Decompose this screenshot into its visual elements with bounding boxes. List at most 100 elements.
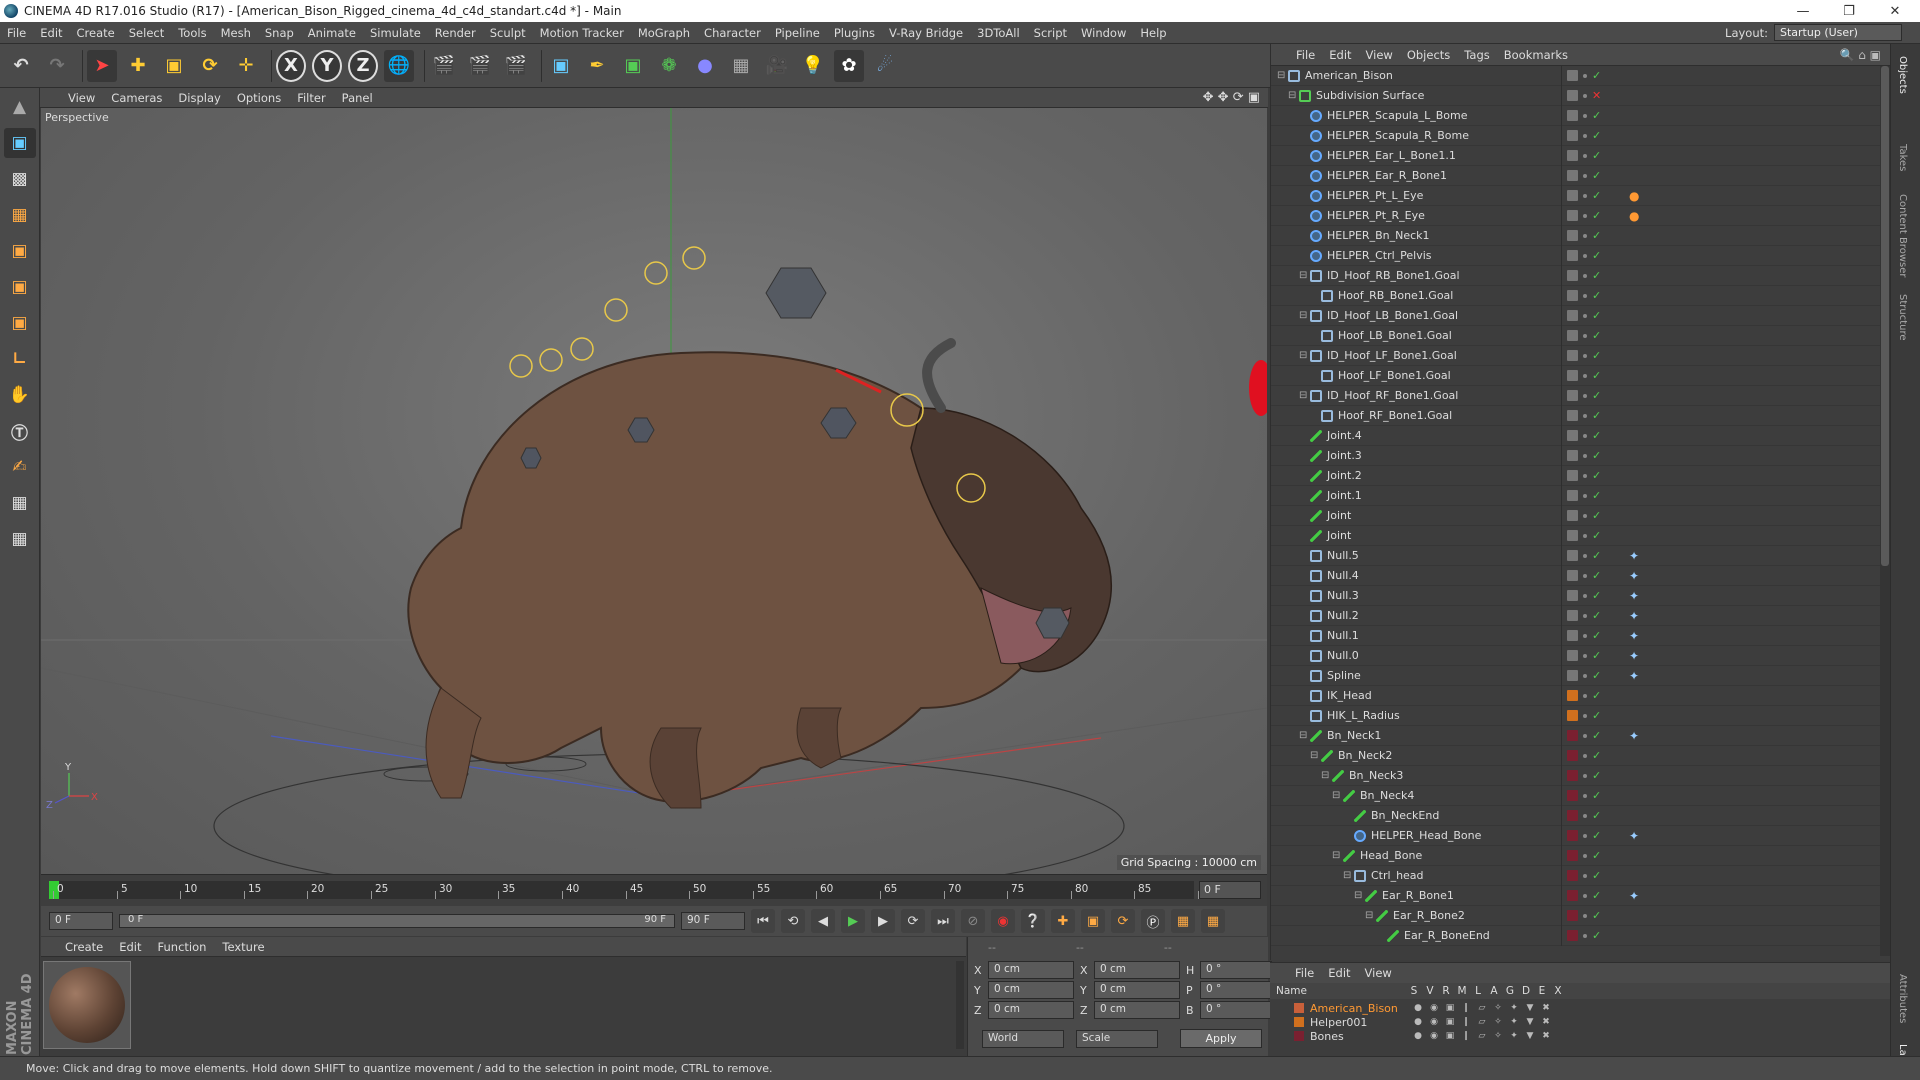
enabled-check-icon[interactable]: ✓ [1592, 409, 1601, 422]
rotation-h-field[interactable]: 0 ° [1200, 961, 1272, 979]
menu-mesh[interactable]: Mesh [214, 26, 258, 40]
enabled-check-icon[interactable]: ✓ [1592, 829, 1601, 842]
object-row[interactable]: ⊟ Bn_Neck2 ✓ [1271, 745, 1881, 766]
layer-color-swatch[interactable] [1567, 450, 1578, 461]
visibility-dot[interactable] [1583, 453, 1587, 458]
enabled-check-icon[interactable]: ✓ [1592, 129, 1601, 142]
visibility-controls[interactable]: ✓ [1561, 225, 1625, 246]
visibility-dot[interactable] [1583, 353, 1587, 358]
object-row[interactable]: HELPER_Head_Bone ✓ ✦ [1271, 825, 1881, 846]
object-row[interactable]: HELPER_Scapula_R_Bome ✓ [1271, 125, 1881, 146]
enabled-check-icon[interactable]: ✓ [1592, 389, 1601, 402]
enabled-check-icon[interactable]: ✓ [1592, 769, 1601, 782]
key-scale-icon[interactable]: ▣ [1081, 909, 1105, 933]
viewport-menu-display[interactable]: Display [170, 91, 228, 105]
object-row[interactable]: IK_Head ✓ [1271, 685, 1881, 706]
visibility-controls[interactable]: ✓ [1561, 485, 1625, 506]
layer-color-swatch[interactable] [1567, 150, 1578, 161]
visibility-dot[interactable] [1583, 813, 1587, 818]
close-icon[interactable]: ✕ [1872, 0, 1918, 22]
enabled-check-icon[interactable]: ✓ [1592, 589, 1601, 602]
layer-toggle-icon[interactable]: ▱ [1474, 1017, 1490, 1027]
layer-color-swatch[interactable] [1567, 390, 1578, 401]
object-row[interactable]: Bn_NeckEnd ✓ [1271, 805, 1881, 826]
visibility-dot[interactable] [1583, 893, 1587, 898]
visibility-controls[interactable]: ✓ [1561, 66, 1625, 86]
visibility-dot[interactable] [1583, 253, 1587, 258]
om-menu-bookmarks[interactable]: Bookmarks [1497, 48, 1575, 62]
pen-spline-icon[interactable]: ✒ [582, 50, 612, 82]
previous-key-icon[interactable]: ⟲ [781, 909, 805, 933]
tab-objects[interactable]: Objects [1897, 56, 1908, 94]
cube-primitive-icon[interactable]: ▣ [546, 50, 576, 82]
go-to-end-icon[interactable]: ⏭ [931, 909, 955, 933]
rotation-b-field[interactable]: 0 ° [1200, 1001, 1272, 1019]
key-position-icon[interactable]: ✚ [1051, 909, 1075, 933]
visibility-controls[interactable]: ✓ [1561, 465, 1625, 486]
scrollbar-thumb[interactable] [1881, 66, 1889, 566]
camera-icon[interactable]: 🎥 [762, 50, 792, 82]
object-row[interactable]: ⊟ ID_Hoof_LB_Bone1.Goal ✓ [1271, 305, 1881, 326]
object-row[interactable]: ⊟ Head_Bone ✓ [1271, 845, 1881, 866]
disabled-cross-icon[interactable]: ✕ [1592, 89, 1601, 102]
menu-create[interactable]: Create [70, 26, 122, 40]
visibility-controls[interactable]: ✓ [1561, 265, 1625, 286]
layer-color-swatch[interactable] [1567, 70, 1578, 81]
object-tag-icon[interactable]: ✦ [1629, 629, 1639, 643]
layer-color-swatch[interactable] [1567, 530, 1578, 541]
object-row[interactable]: Joint.1 ✓ [1271, 485, 1881, 506]
preview-range-slider[interactable]: 0 F 90 F [119, 914, 675, 928]
coordinate-system-icon[interactable]: 🌐 [384, 49, 414, 82]
object-row[interactable]: Hoof_RF_Bone1.Goal ✓ [1271, 405, 1881, 426]
enabled-check-icon[interactable]: ✓ [1592, 889, 1601, 902]
material-menu-texture[interactable]: Texture [214, 940, 272, 954]
lm-menu-file[interactable]: File [1288, 966, 1321, 980]
layer-column-header[interactable]: L [1470, 985, 1486, 997]
timeline-window-icon[interactable]: ▦ [1201, 909, 1225, 933]
visibility-dot[interactable] [1583, 693, 1587, 698]
position-y-field[interactable]: 0 cm [988, 981, 1074, 999]
om-search-home-icons[interactable]: 🔍 ⌂ ▣ [1839, 48, 1881, 62]
object-row[interactable]: HELPER_Ctrl_Pelvis ✓ [1271, 245, 1881, 266]
key-pla-icon[interactable]: ▦ [1171, 909, 1195, 933]
visibility-controls[interactable]: ✓ [1561, 705, 1625, 726]
layer-color-swatch[interactable] [1567, 590, 1578, 601]
object-tag-icon[interactable]: ✦ [1629, 649, 1639, 663]
menu-help[interactable]: Help [1133, 26, 1173, 40]
layer-color-swatch[interactable] [1294, 1031, 1304, 1041]
layer-name[interactable]: Bones [1310, 1030, 1410, 1043]
visibility-dot[interactable] [1583, 713, 1587, 718]
previous-frame-icon[interactable]: ◀ [811, 909, 835, 933]
enabled-check-icon[interactable]: ✓ [1592, 429, 1601, 442]
layer-column-header[interactable]: G [1502, 985, 1518, 997]
visibility-dot[interactable] [1583, 373, 1587, 378]
end-frame-field[interactable]: 90 F [681, 912, 745, 930]
menu-mograph[interactable]: MoGraph [631, 26, 697, 40]
enabled-check-icon[interactable]: ✓ [1592, 309, 1601, 322]
expand-toggle-icon[interactable]: ⊟ [1310, 750, 1321, 761]
object-row[interactable]: ⊟ ID_Hoof_RB_Bone1.Goal ✓ [1271, 265, 1881, 286]
layer-toggle-icon[interactable]: ▱ [1474, 1031, 1490, 1041]
position-z-field[interactable]: 0 cm [988, 1001, 1074, 1019]
layer-color-swatch[interactable] [1567, 770, 1578, 781]
visibility-controls[interactable]: ✓ [1561, 205, 1625, 226]
move-tool-icon[interactable]: ✚ [123, 50, 153, 82]
enabled-check-icon[interactable]: ✓ [1592, 269, 1601, 282]
layer-color-swatch[interactable] [1567, 290, 1578, 301]
layer-column-header[interactable]: D [1518, 985, 1534, 997]
object-tag-icon[interactable]: ✦ [1629, 729, 1639, 743]
enabled-check-icon[interactable]: ✓ [1592, 449, 1601, 462]
tab-content-browser[interactable]: Content Browser [1897, 194, 1908, 277]
material-menu-create[interactable]: Create [41, 940, 111, 954]
render-view-icon[interactable]: 🎬 [429, 50, 459, 82]
object-row[interactable]: Spline ✓ ✦ [1271, 665, 1881, 686]
visibility-dot[interactable] [1583, 633, 1587, 638]
layer-color-swatch[interactable] [1567, 490, 1578, 501]
visibility-controls[interactable]: ✓ [1561, 125, 1625, 146]
layer-color-swatch[interactable] [1567, 550, 1578, 561]
visibility-controls[interactable]: ✓ [1561, 365, 1625, 386]
enabled-check-icon[interactable]: ✓ [1592, 249, 1601, 262]
visibility-controls[interactable]: ✓ [1561, 565, 1625, 586]
enabled-check-icon[interactable]: ✓ [1592, 189, 1601, 202]
object-row[interactable]: Null.3 ✓ ✦ [1271, 585, 1881, 606]
